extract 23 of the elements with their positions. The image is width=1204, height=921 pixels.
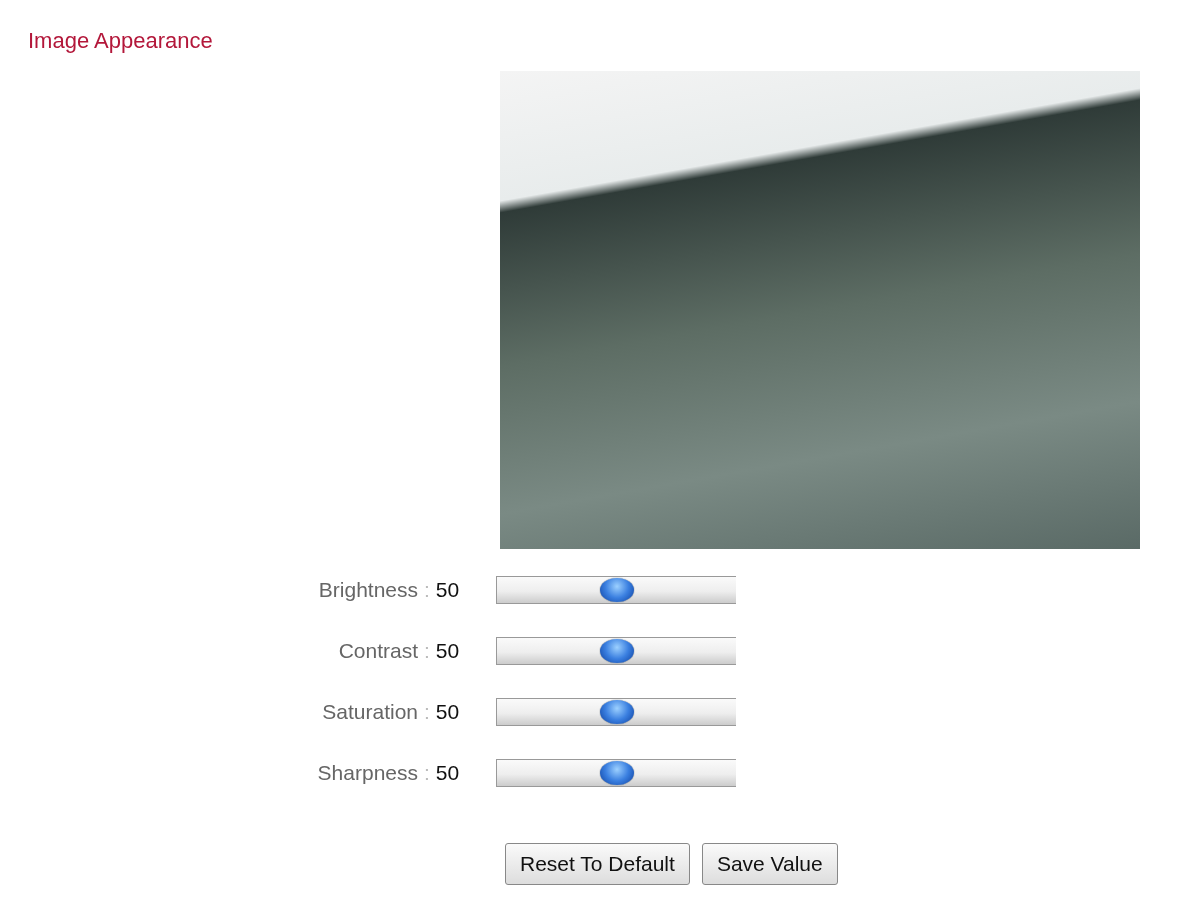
slider-track[interactable]	[495, 636, 736, 665]
slider-label: Sharpness	[316, 760, 418, 785]
label-separator: :	[424, 760, 430, 785]
action-button[interactable]: Reset To Default	[505, 843, 690, 885]
slider-track[interactable]	[495, 697, 736, 726]
label-separator: :	[424, 638, 430, 663]
action-button[interactable]: Save Value	[701, 843, 838, 885]
slider-value: 50	[435, 699, 461, 724]
page-title: Image Appearance	[28, 28, 213, 54]
slider-value: 50	[435, 577, 461, 602]
slider-value: 50	[435, 638, 461, 663]
label-separator: :	[424, 577, 430, 602]
label-separator: :	[424, 699, 430, 724]
slider-label: Brightness	[317, 577, 418, 602]
slider-track[interactable]	[495, 758, 736, 787]
slider-thumb[interactable]	[599, 577, 634, 602]
slider-label: Saturation	[321, 699, 418, 724]
slider-value: 50	[435, 760, 461, 785]
slider-thumb[interactable]	[599, 760, 634, 785]
slider-label: Contrast	[337, 638, 418, 663]
slider-track[interactable]	[495, 575, 736, 604]
slider-thumb[interactable]	[599, 699, 634, 724]
slider-thumb[interactable]	[599, 638, 634, 663]
